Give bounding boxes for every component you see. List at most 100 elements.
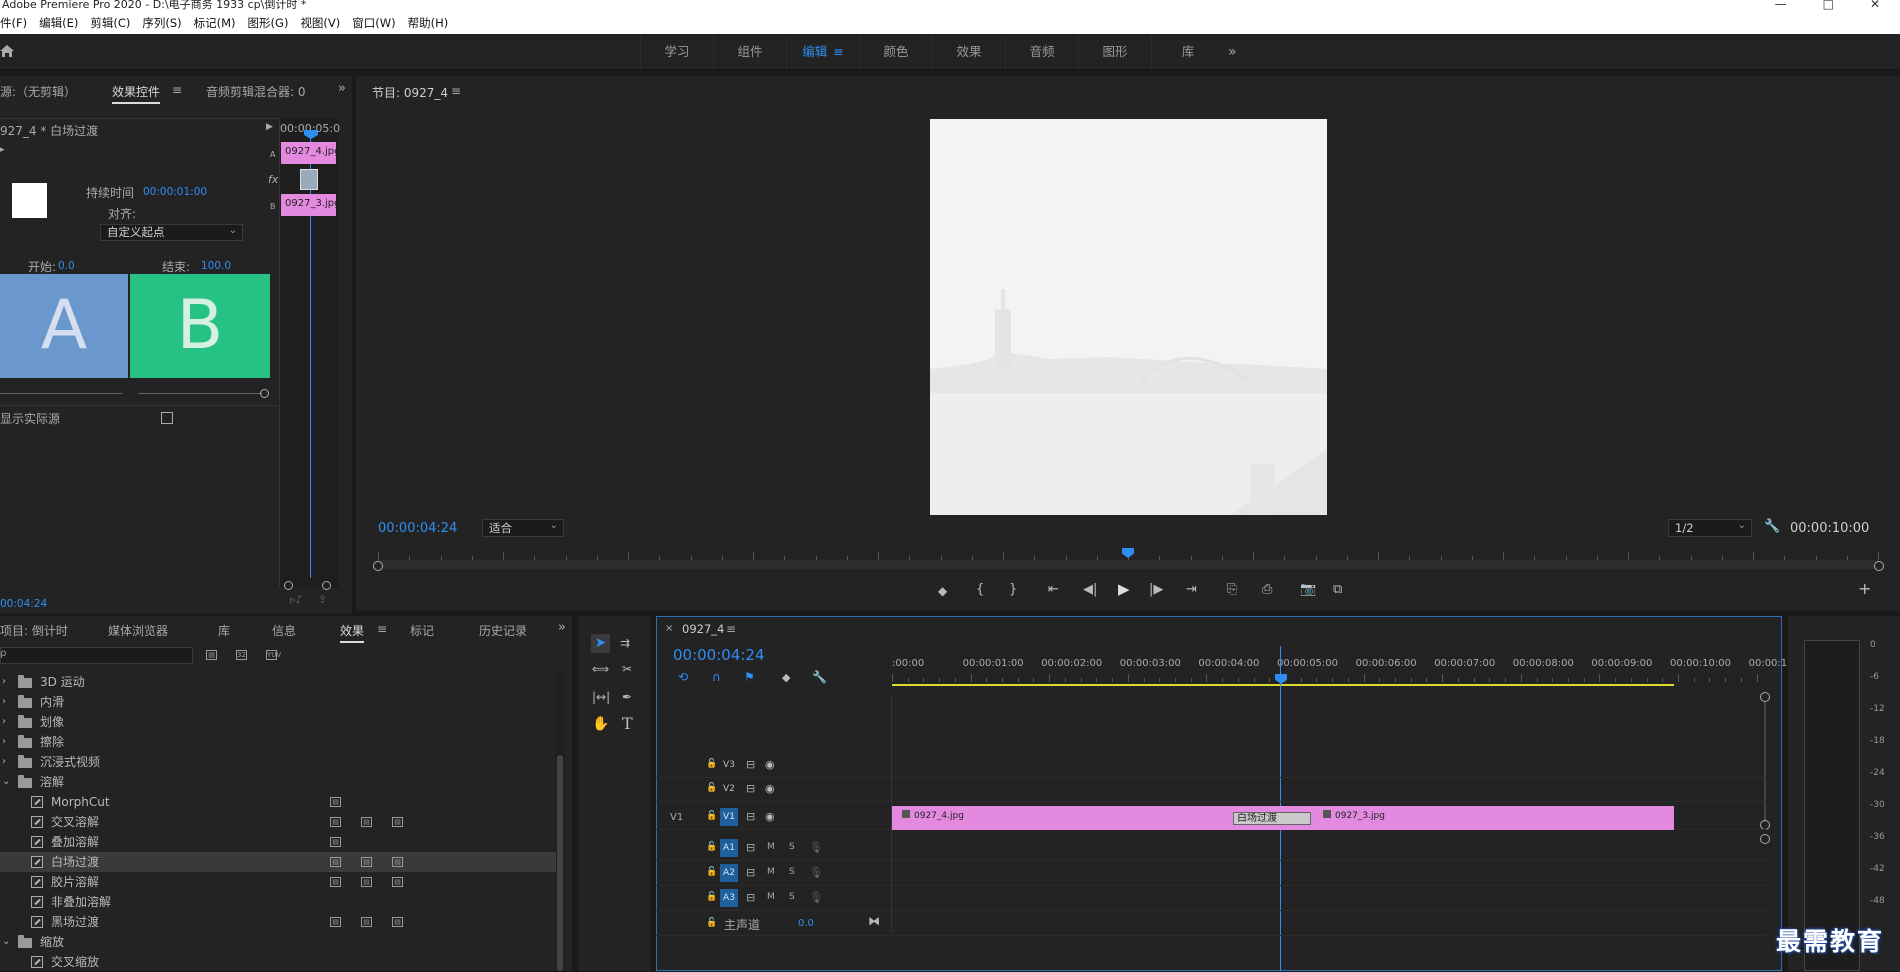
mute-button[interactable]: M [767,892,775,902]
go-to-in-icon[interactable]: ⇤ [1048,582,1059,597]
timeline-marker-icon[interactable]: ◆ [782,671,790,684]
effects-item[interactable]: 白场过渡 ▤ ▤ ▤ [0,852,556,872]
master-toggle-icon[interactable]: ⧓ [868,914,880,928]
minimize-button[interactable]: — [1775,0,1787,14]
effects-item[interactable]: 胶片溶解 ▤ ▤ ▤ [0,872,556,892]
accelerated-effects-icon[interactable]: ▤ [206,650,217,660]
effects-item[interactable]: 交叉溶解 ▤ ▤ ▤ [0,812,556,832]
workspace-graphics[interactable]: 图形 [1078,34,1151,70]
ec-audio-icon[interactable]: ▹♪ [290,593,303,606]
workspace-learning[interactable]: 学习 [640,34,713,70]
chevron-down-icon[interactable]: ⌄ [2,772,10,792]
effects-item[interactable]: 叠加溶解 ▤ [0,832,556,852]
panel-more-icon[interactable]: » [338,81,346,96]
chevron-right-icon[interactable]: › [2,672,6,692]
ec-clip-b[interactable]: 0927_3.jpg [281,194,336,216]
export-frame-icon[interactable]: 📷 [1300,582,1316,597]
step-forward-icon[interactable]: |▶ [1149,582,1163,597]
maximize-button[interactable]: □ [1823,0,1834,14]
menu-file[interactable]: 件(F) [0,14,27,34]
menu-help[interactable]: 帮助(H) [408,14,449,34]
tab-info[interactable]: 信息 [272,622,296,639]
tab-effects[interactable]: 效果 [340,622,365,643]
lock-icon[interactable]: 🔓 [706,759,717,769]
linked-selection-icon[interactable]: ⚑ [744,670,755,684]
program-time-ruler[interactable] [378,560,1878,569]
yuv-effects-icon[interactable]: YUV [266,650,281,660]
workspace-libraries[interactable]: 库 [1151,34,1224,70]
timeline-settings-icon[interactable]: 🔧 [812,670,827,684]
program-out-handle[interactable] [1874,561,1884,571]
track-target-v2[interactable]: V2 [720,780,738,798]
chevron-right-icon[interactable]: › [2,732,6,752]
panel-menu-icon[interactable]: ≡ [172,83,182,97]
track-target-v3[interactable]: V3 [720,756,738,774]
lock-icon[interactable]: 🔓 [706,783,717,793]
work-area-bar[interactable] [892,684,1674,686]
chevron-right-icon[interactable]: › [2,712,6,732]
menu-edit[interactable]: 编辑(E) [39,14,78,34]
timeline-v-scroll-top[interactable] [1760,692,1770,702]
eye-icon[interactable]: ◉ [765,782,775,795]
tab-history[interactable]: 历史记录 [479,622,527,639]
lift-icon[interactable]: ⎘ [1227,582,1237,597]
tab-sequence[interactable]: 0927_4 [682,622,724,636]
program-current-timecode[interactable]: 00:00:04:24 [378,521,457,536]
sync-lock-icon[interactable]: ⊟ [746,866,755,879]
mic-icon[interactable]: 🎙 [809,866,823,879]
clip1-label[interactable]: 0927_4.jpg [902,810,964,821]
tab-audio-clip-mixer[interactable]: 音频剪辑混合器: 0 [206,83,306,100]
mark-out-icon[interactable]: } [1009,582,1017,597]
start-value[interactable]: 0.0 [58,260,75,272]
track-target-v1[interactable]: V1 [720,808,738,826]
add-marker-icon[interactable]: ◆ [938,584,947,598]
track-target-a3[interactable]: A3 [720,889,738,907]
sequence-menu-icon[interactable]: ≡ [726,622,736,636]
effects-item[interactable]: 交叉缩放 [0,952,556,972]
extract-icon[interactable]: ⎙ [1262,582,1272,597]
chevron-down-icon[interactable]: ⌄ [2,932,10,952]
menu-markers[interactable]: 标记(M) [194,14,236,34]
menu-clip[interactable]: 剪辑(C) [90,14,130,34]
selection-tool-icon[interactable]: ➤ [591,634,610,653]
effects-item[interactable]: 黑场过渡 ▤ ▤ ▤ [0,912,556,932]
chevron-right-icon[interactable]: › [2,692,6,712]
sync-lock-icon[interactable]: ⊟ [746,841,755,854]
comparison-view-icon[interactable]: ⧉ [1333,582,1342,597]
effects-item[interactable]: 非叠加溶解 [0,892,556,912]
slip-tool-icon[interactable]: |↔| [592,690,610,704]
ec-zoom-handle-right[interactable] [322,581,331,590]
effects-search-input[interactable] [0,647,193,664]
workspace-menu-icon[interactable]: ≡ [833,44,843,59]
start-slider[interactable] [0,393,122,394]
track-target-a1[interactable]: A1 [720,839,738,857]
solo-button[interactable]: S [789,842,795,852]
go-to-out-icon[interactable]: ⇥ [1186,582,1197,597]
menu-window[interactable]: 窗口(W) [352,14,395,34]
snap-icon[interactable]: ∩ [712,670,721,684]
solo-button[interactable]: S [789,892,795,902]
transition-block[interactable]: 白场过渡 [1233,812,1311,825]
master-value[interactable]: 0.0 [798,918,814,929]
effects-folder[interactable]: ⌄ 溶解 [0,772,556,792]
button-editor-icon[interactable]: + [1858,579,1871,598]
duration-value[interactable]: 00:00:01:00 [143,186,207,198]
master-lock-icon[interactable]: 🔓 [706,918,717,928]
source-patch-v1[interactable]: V1 [670,812,683,823]
sync-lock-icon[interactable]: ⊟ [746,782,755,795]
play-icon[interactable]: ▶ [1118,580,1130,598]
expand-icon[interactable]: ▶ [266,122,273,132]
sync-lock-icon[interactable]: ⊟ [746,758,755,771]
track-select-tool-icon[interactable]: ⇉ [620,636,630,650]
mic-icon[interactable]: 🎙 [809,891,823,904]
effects-folder[interactable]: ⌄ 缩放 [0,932,556,952]
chevron-right-icon[interactable]: › [2,752,6,772]
tab-project[interactable]: 项目: 倒计时 [0,622,68,639]
mark-in-icon[interactable]: { [976,582,984,597]
close-button[interactable]: ✕ [1870,0,1880,14]
workspace-color[interactable]: 颜色 [859,34,932,70]
home-icon[interactable] [0,44,16,58]
tab-media-browser[interactable]: 媒体浏览器 [108,622,168,639]
ec-clip-a[interactable]: 0927_4.jpg [281,142,336,164]
effects-folder[interactable]: › 沉浸式视频 [0,752,556,772]
